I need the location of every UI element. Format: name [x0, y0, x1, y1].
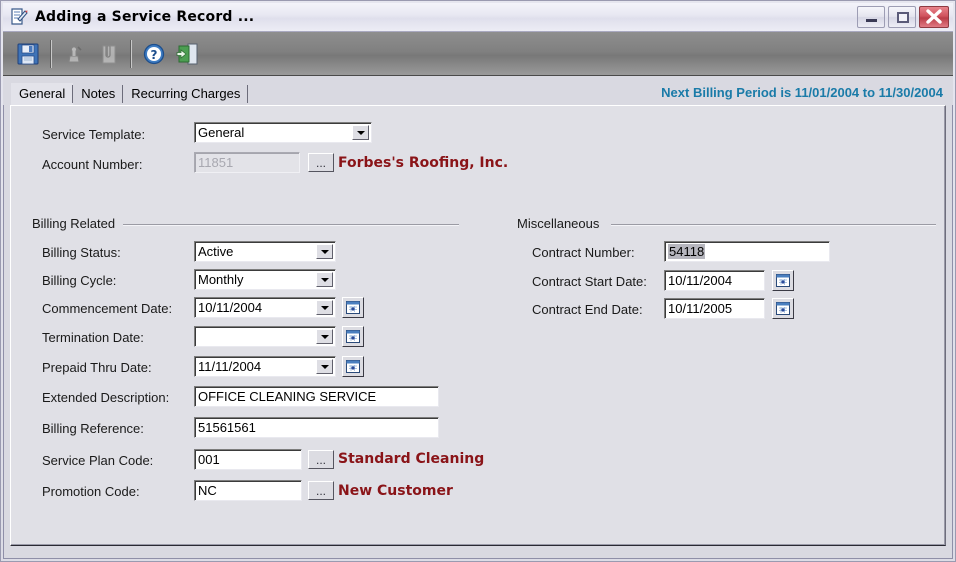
- tab-bar: General Notes Recurring Charges Next Bil…: [3, 76, 953, 105]
- chevron-down-icon[interactable]: [316, 300, 333, 315]
- commencement-date-label: Commencement Date:: [42, 301, 173, 316]
- contract-end-date-input[interactable]: 10/11/2005: [664, 298, 765, 319]
- calendar-icon: [776, 302, 790, 315]
- prepaid-thru-date-label: Prepaid Thru Date:: [42, 360, 152, 375]
- service-template-label: Service Template:: [42, 127, 146, 142]
- maximize-button[interactable]: [888, 6, 916, 28]
- application-window: Adding a Service Record ... ? General No…: [0, 0, 956, 562]
- chevron-down-icon[interactable]: [316, 244, 333, 259]
- attachment-button[interactable]: [91, 37, 125, 71]
- promotion-code-label: Promotion Code:: [42, 484, 140, 499]
- contract-number-input[interactable]: 54118: [664, 241, 830, 262]
- service-template-value: General: [198, 125, 245, 140]
- contract-start-date-calendar-button[interactable]: [772, 270, 794, 291]
- chevron-down-icon[interactable]: [316, 272, 333, 287]
- billing-cycle-select[interactable]: Monthly: [194, 269, 336, 290]
- contract-start-date-input[interactable]: 10/11/2004: [664, 270, 765, 291]
- save-button[interactable]: [11, 37, 45, 71]
- title-bar: Adding a Service Record ...: [3, 3, 953, 32]
- paperclip-note-icon: [102, 44, 116, 63]
- prepaid-thru-date-calendar-button[interactable]: [342, 356, 364, 377]
- help-button[interactable]: ?: [137, 37, 171, 71]
- billing-status-select[interactable]: Active: [194, 241, 336, 262]
- billing-reference-label: Billing Reference:: [42, 421, 144, 436]
- contract-number-label: Contract Number:: [532, 245, 635, 260]
- billing-status-value: Active: [198, 244, 234, 259]
- question-mark-icon: ?: [143, 43, 165, 64]
- termination-date-input[interactable]: [194, 326, 336, 347]
- customer-name: Forbes's Roofing, Inc.: [338, 155, 509, 171]
- chevron-down-icon[interactable]: [352, 125, 369, 140]
- floppy-disk-icon: [17, 43, 39, 64]
- commencement-date-calendar-button[interactable]: [342, 297, 364, 318]
- service-plan-code-browse-button[interactable]: ...: [308, 450, 334, 469]
- contract-start-date-label: Contract Start Date:: [532, 274, 647, 289]
- contract-end-date-calendar-button[interactable]: [772, 298, 794, 319]
- billing-cycle-value: Monthly: [198, 272, 244, 287]
- commencement-date-value: 10/11/2004: [198, 300, 263, 315]
- miscellaneous-group-line: [611, 224, 936, 226]
- calendar-icon: [346, 301, 360, 314]
- extended-description-label: Extended Description:: [42, 390, 170, 405]
- calendar-icon: [776, 274, 790, 287]
- promotion-code-input[interactable]: NC: [194, 480, 302, 501]
- billing-cycle-label: Billing Cycle:: [42, 273, 117, 288]
- window-title: Adding a Service Record ...: [35, 9, 255, 25]
- contract-number-value: 54118: [668, 244, 706, 259]
- commencement-date-input[interactable]: 10/11/2004: [194, 297, 336, 318]
- close-icon: [926, 9, 942, 24]
- account-number-browse-button[interactable]: ...: [308, 153, 334, 172]
- chevron-down-icon[interactable]: [316, 329, 333, 344]
- billing-status-label: Billing Status:: [42, 245, 121, 260]
- next-billing-period-note: Next Billing Period is 11/01/2004 to 11/…: [661, 85, 943, 100]
- toolbar: ?: [3, 32, 953, 76]
- approve-button[interactable]: [57, 37, 91, 71]
- service-plan-code-label: Service Plan Code:: [42, 453, 154, 468]
- minimize-button[interactable]: [857, 6, 885, 28]
- toolbar-separator: [50, 39, 52, 68]
- miscellaneous-group-title: Miscellaneous: [517, 216, 600, 231]
- termination-date-label: Termination Date:: [42, 330, 144, 345]
- service-plan-code-input[interactable]: 001: [194, 449, 302, 470]
- tab-notes[interactable]: Notes: [73, 83, 124, 105]
- general-tab-panel: Service Template: General Account Number…: [10, 105, 946, 546]
- billing-related-group-title: Billing Related: [32, 216, 116, 231]
- billing-related-group-line: [123, 224, 459, 226]
- service-template-select[interactable]: General: [194, 122, 372, 143]
- toolbar-separator: [130, 39, 132, 68]
- tab-recurring-charges[interactable]: Recurring Charges: [123, 83, 249, 105]
- extended-description-input[interactable]: OFFICE CLEANING SERVICE: [194, 386, 439, 407]
- close-button[interactable]: [919, 6, 949, 28]
- chevron-down-icon[interactable]: [316, 359, 333, 374]
- service-plan-name: Standard Cleaning: [338, 451, 485, 467]
- tab-general[interactable]: General: [11, 83, 74, 105]
- promotion-code-browse-button[interactable]: ...: [308, 481, 334, 500]
- prepaid-thru-date-value: 11/11/2004: [198, 359, 262, 374]
- calendar-icon: [346, 330, 360, 343]
- account-number-input[interactable]: 11851: [194, 152, 300, 173]
- calendar-icon: [346, 360, 360, 373]
- billing-reference-input[interactable]: 51561561: [194, 417, 439, 438]
- account-number-label: Account Number:: [42, 157, 143, 172]
- stamp-icon: [68, 45, 82, 62]
- minimize-icon: [866, 19, 877, 22]
- exit-button[interactable]: [171, 37, 205, 71]
- contract-end-date-label: Contract End Date:: [532, 302, 643, 317]
- promotion-name: New Customer: [338, 483, 453, 499]
- window-controls: [857, 6, 949, 28]
- svg-text:?: ?: [151, 48, 158, 62]
- termination-date-calendar-button[interactable]: [342, 326, 364, 347]
- maximize-icon: [897, 12, 909, 23]
- prepaid-thru-date-input[interactable]: 11/11/2004: [194, 356, 336, 377]
- exit-door-icon: [176, 43, 198, 64]
- document-pen-icon: [9, 7, 29, 27]
